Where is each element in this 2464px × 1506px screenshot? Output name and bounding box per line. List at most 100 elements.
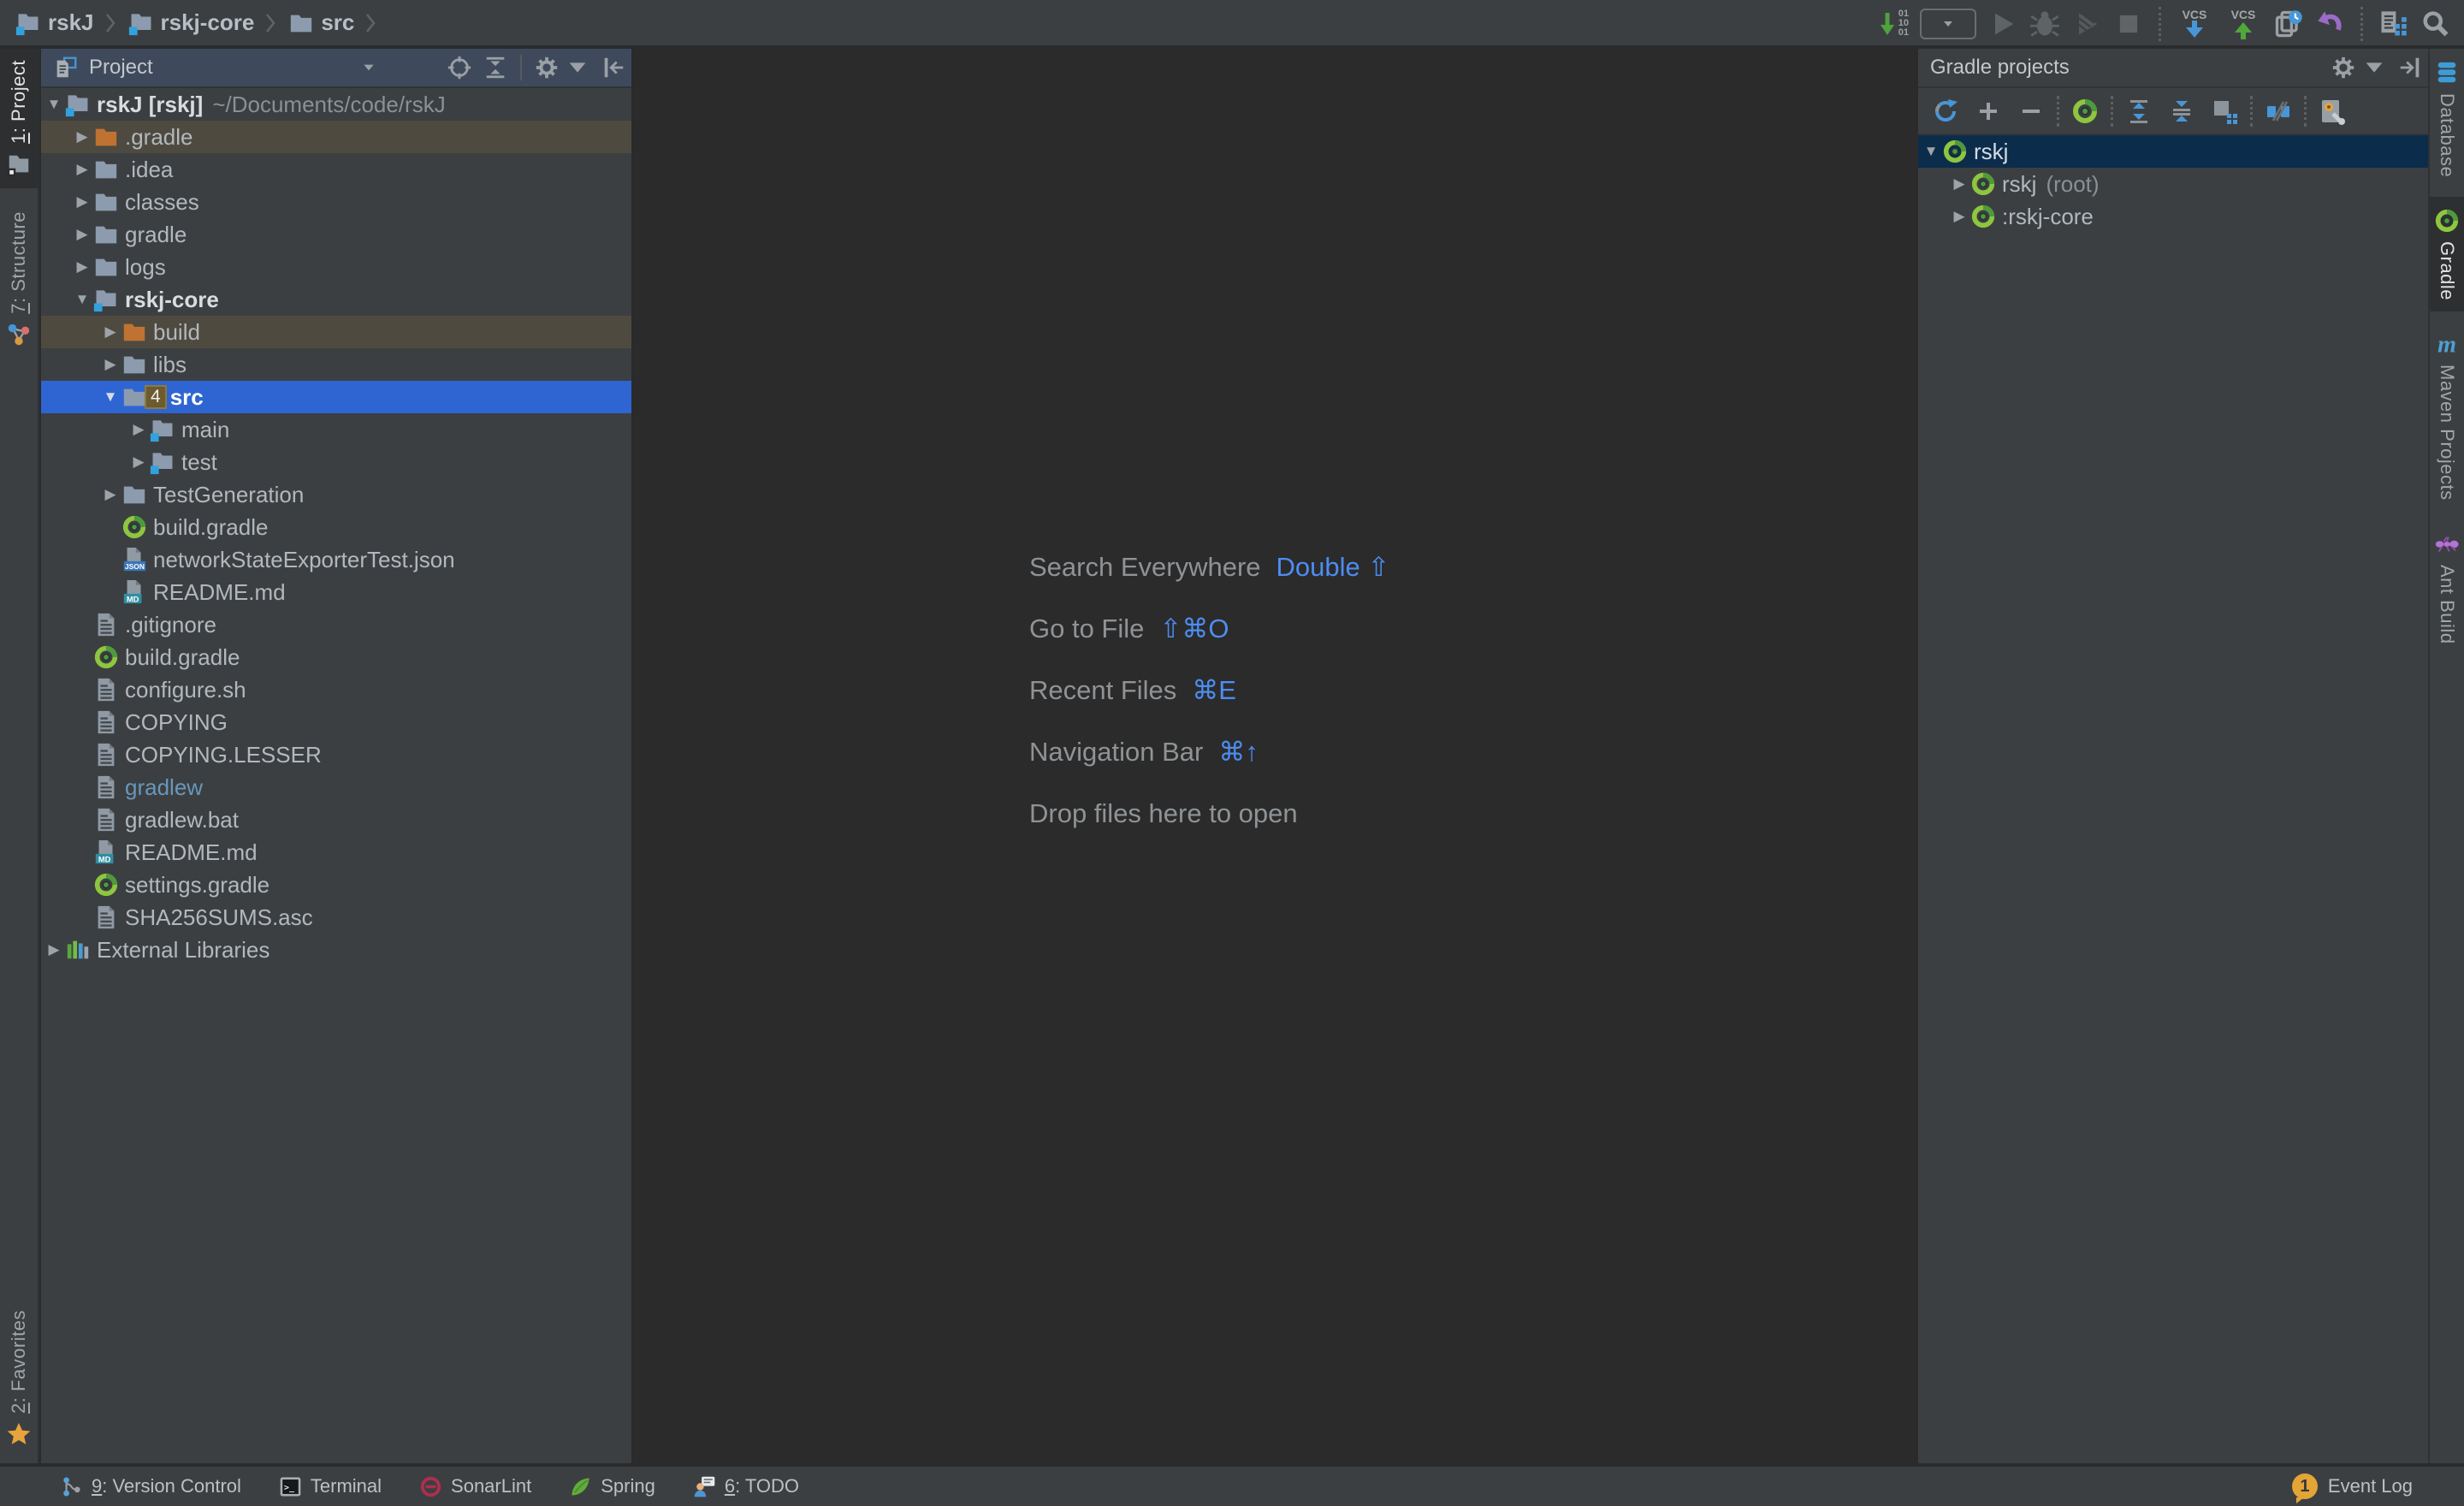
tree-expand-arrow[interactable]: ▶ — [43, 941, 65, 958]
rollback-button[interactable] — [2315, 9, 2346, 39]
vcs-commit-button[interactable]: VCS — [2224, 4, 2262, 44]
tool-window-tab[interactable]: 2: Favorites — [0, 1299, 38, 1458]
tree-expand-arrow[interactable]: ▼ — [43, 96, 65, 113]
tree-expand-arrow[interactable]: ▼ — [99, 388, 121, 406]
tool-window-tab[interactable]: Gradle — [2430, 197, 2464, 311]
shortcut-hints: Search Everywhere Double ⇧ Go to File ⇧⌘… — [1029, 552, 1389, 860]
project-tree-row[interactable]: ▼ rskJ [rskj] ~/Documents/code/rskJ — [41, 88, 631, 121]
event-log-button[interactable]: 1 Event Log — [2292, 1473, 2413, 1499]
tool-window-tab[interactable]: Ant Build — [2430, 520, 2464, 655]
tree-item-label: .gitignore — [125, 612, 216, 638]
stop-button[interactable] — [2113, 9, 2144, 39]
project-tree-row[interactable]: ▶ classes — [41, 186, 631, 218]
breadcrumb-item[interactable]: src — [288, 9, 388, 37]
project-tree-row[interactable]: build.gradle — [41, 511, 631, 543]
tree-expand-arrow[interactable]: ▼ — [71, 291, 93, 308]
tool-window-tab[interactable]: m Maven Projects — [2430, 320, 2464, 512]
settings-gear-button[interactable] — [2331, 55, 2356, 80]
run-configuration-combo[interactable] — [1920, 9, 1976, 39]
project-tree-row[interactable]: SHA256SUMS.asc — [41, 901, 631, 934]
project-tree-row[interactable]: ▼ 4 src — [41, 381, 631, 413]
shortcut-keys: Double ⇧ — [1276, 552, 1390, 583]
run-with-coverage-button[interactable] — [2071, 9, 2102, 39]
tree-expand-arrow[interactable]: ▶ — [71, 161, 93, 178]
project-tree-row[interactable]: ▶ logs — [41, 251, 631, 283]
status-bar-tool-button[interactable]: Spring — [569, 1475, 655, 1498]
expand-all-button[interactable] — [2120, 98, 2158, 125]
project-tree-row[interactable]: ▶ build — [41, 316, 631, 348]
tool-window-tab[interactable]: 1: Project — [0, 49, 38, 188]
status-bar-tool-button[interactable]: SonarLint — [419, 1475, 531, 1498]
run-button[interactable] — [1987, 9, 2018, 39]
project-tree-row[interactable]: ▶ External Libraries — [41, 934, 631, 966]
status-bar-tool-button[interactable]: 6: TODO — [693, 1475, 799, 1498]
gradle-settings-button[interactable] — [2313, 98, 2351, 125]
gradle-toolbar — [1918, 88, 2428, 135]
project-tree-row[interactable]: ▶ .idea — [41, 153, 631, 186]
project-tree-row[interactable]: settings.gradle — [41, 869, 631, 901]
project-tree-row[interactable]: ▶ TestGeneration — [41, 478, 631, 511]
caret-down-icon[interactable] — [361, 60, 376, 75]
hide-panel-button[interactable] — [2397, 55, 2423, 80]
hide-panel-button[interactable] — [601, 55, 626, 80]
breadcrumb-item[interactable]: rskj-core — [128, 9, 289, 37]
refresh-gradle-button[interactable] — [1927, 98, 1964, 125]
tree-item-label: gradle — [125, 222, 187, 248]
status-bar-tool-button[interactable]: >_ Terminal — [279, 1475, 382, 1498]
tool-window-tab[interactable]: Database — [2430, 49, 2464, 188]
tool-window-tab[interactable]: 7: Structure — [0, 200, 38, 359]
tree-expand-arrow[interactable]: ▶ — [71, 193, 93, 210]
project-tree-row[interactable]: COPYING.LESSER — [41, 738, 631, 771]
debug-button[interactable] — [2029, 9, 2060, 39]
tree-expand-arrow[interactable]: ▶ — [71, 258, 93, 276]
main-toolbar: rskJ rskj-core src 011001 — [0, 0, 2464, 47]
project-tree-row[interactable]: ▶ gradle — [41, 218, 631, 251]
attach-project-button[interactable] — [1969, 98, 2007, 125]
collapse-all-button[interactable] — [2163, 98, 2200, 125]
tree-expand-arrow[interactable]: ▶ — [127, 454, 150, 471]
run-gradle-task-button[interactable] — [2066, 98, 2104, 125]
settings-gear-button[interactable] — [534, 55, 560, 80]
project-tree-row[interactable]: configure.sh — [41, 673, 631, 706]
detach-project-button[interactable] — [2012, 98, 2050, 125]
project-tree-row[interactable]: gradlew — [41, 771, 631, 803]
project-structure-button[interactable] — [2378, 9, 2408, 39]
toggle-offline-mode-button[interactable] — [2260, 98, 2297, 125]
project-tree-row[interactable]: .gitignore — [41, 608, 631, 641]
project-tree-row[interactable]: JSON networkStateExporterTest.json — [41, 543, 631, 576]
project-tree-row[interactable]: build.gradle — [41, 641, 631, 673]
tree-expand-arrow[interactable]: ▶ — [1948, 175, 1970, 193]
project-tool-icon — [6, 151, 32, 177]
gradle-tree-row[interactable]: ▶ :rskj-core — [1918, 200, 2428, 233]
project-tree-row[interactable]: ▼ rskj-core — [41, 283, 631, 316]
tree-expand-arrow[interactable]: ▶ — [99, 486, 121, 503]
tree-expand-arrow[interactable]: ▶ — [1948, 208, 1970, 225]
project-tree-row[interactable]: MD README.md — [41, 836, 631, 869]
left-tool-window-stripe: 1: Project 7: Structure 2: Favorites — [0, 49, 39, 1463]
project-tree-row[interactable]: gradlew.bat — [41, 803, 631, 836]
project-tree-row[interactable]: ▶ test — [41, 446, 631, 478]
tree-expand-arrow[interactable]: ▶ — [99, 356, 121, 373]
tree-expand-arrow[interactable]: ▶ — [127, 421, 150, 438]
collapse-all-button[interactable] — [483, 55, 508, 80]
locate-file-button[interactable] — [447, 55, 472, 80]
project-tree-row[interactable]: COPYING — [41, 706, 631, 738]
tree-expand-arrow[interactable]: ▶ — [99, 323, 121, 341]
project-tree-row[interactable]: ▶ .gradle — [41, 121, 631, 153]
status-bar-tool-button[interactable]: 9: Version Control — [60, 1475, 241, 1498]
project-tree-row[interactable]: MD README.md — [41, 576, 631, 608]
vcs-update-button[interactable]: VCS — [2176, 4, 2213, 44]
gradle-tree-row[interactable]: ▼ rskj — [1918, 135, 2428, 168]
breadcrumb-item[interactable]: rskJ — [15, 9, 128, 37]
gradle-tree-row[interactable]: ▶ rskj (root) — [1918, 168, 2428, 200]
tree-expand-arrow[interactable]: ▶ — [71, 226, 93, 243]
tree-item-label: networkStateExporterTest.json — [153, 547, 455, 573]
project-tree-row[interactable]: ▶ libs — [41, 348, 631, 381]
show-dependencies-button[interactable] — [2206, 98, 2243, 125]
tree-expand-arrow[interactable]: ▶ — [71, 128, 93, 145]
fetch-binary-button[interactable]: 011001 — [1879, 9, 1909, 39]
local-history-button[interactable] — [2273, 9, 2304, 39]
project-tree-row[interactable]: ▶ main — [41, 413, 631, 446]
tree-expand-arrow[interactable]: ▼ — [1920, 143, 1942, 160]
search-everywhere-button[interactable] — [2420, 9, 2450, 39]
